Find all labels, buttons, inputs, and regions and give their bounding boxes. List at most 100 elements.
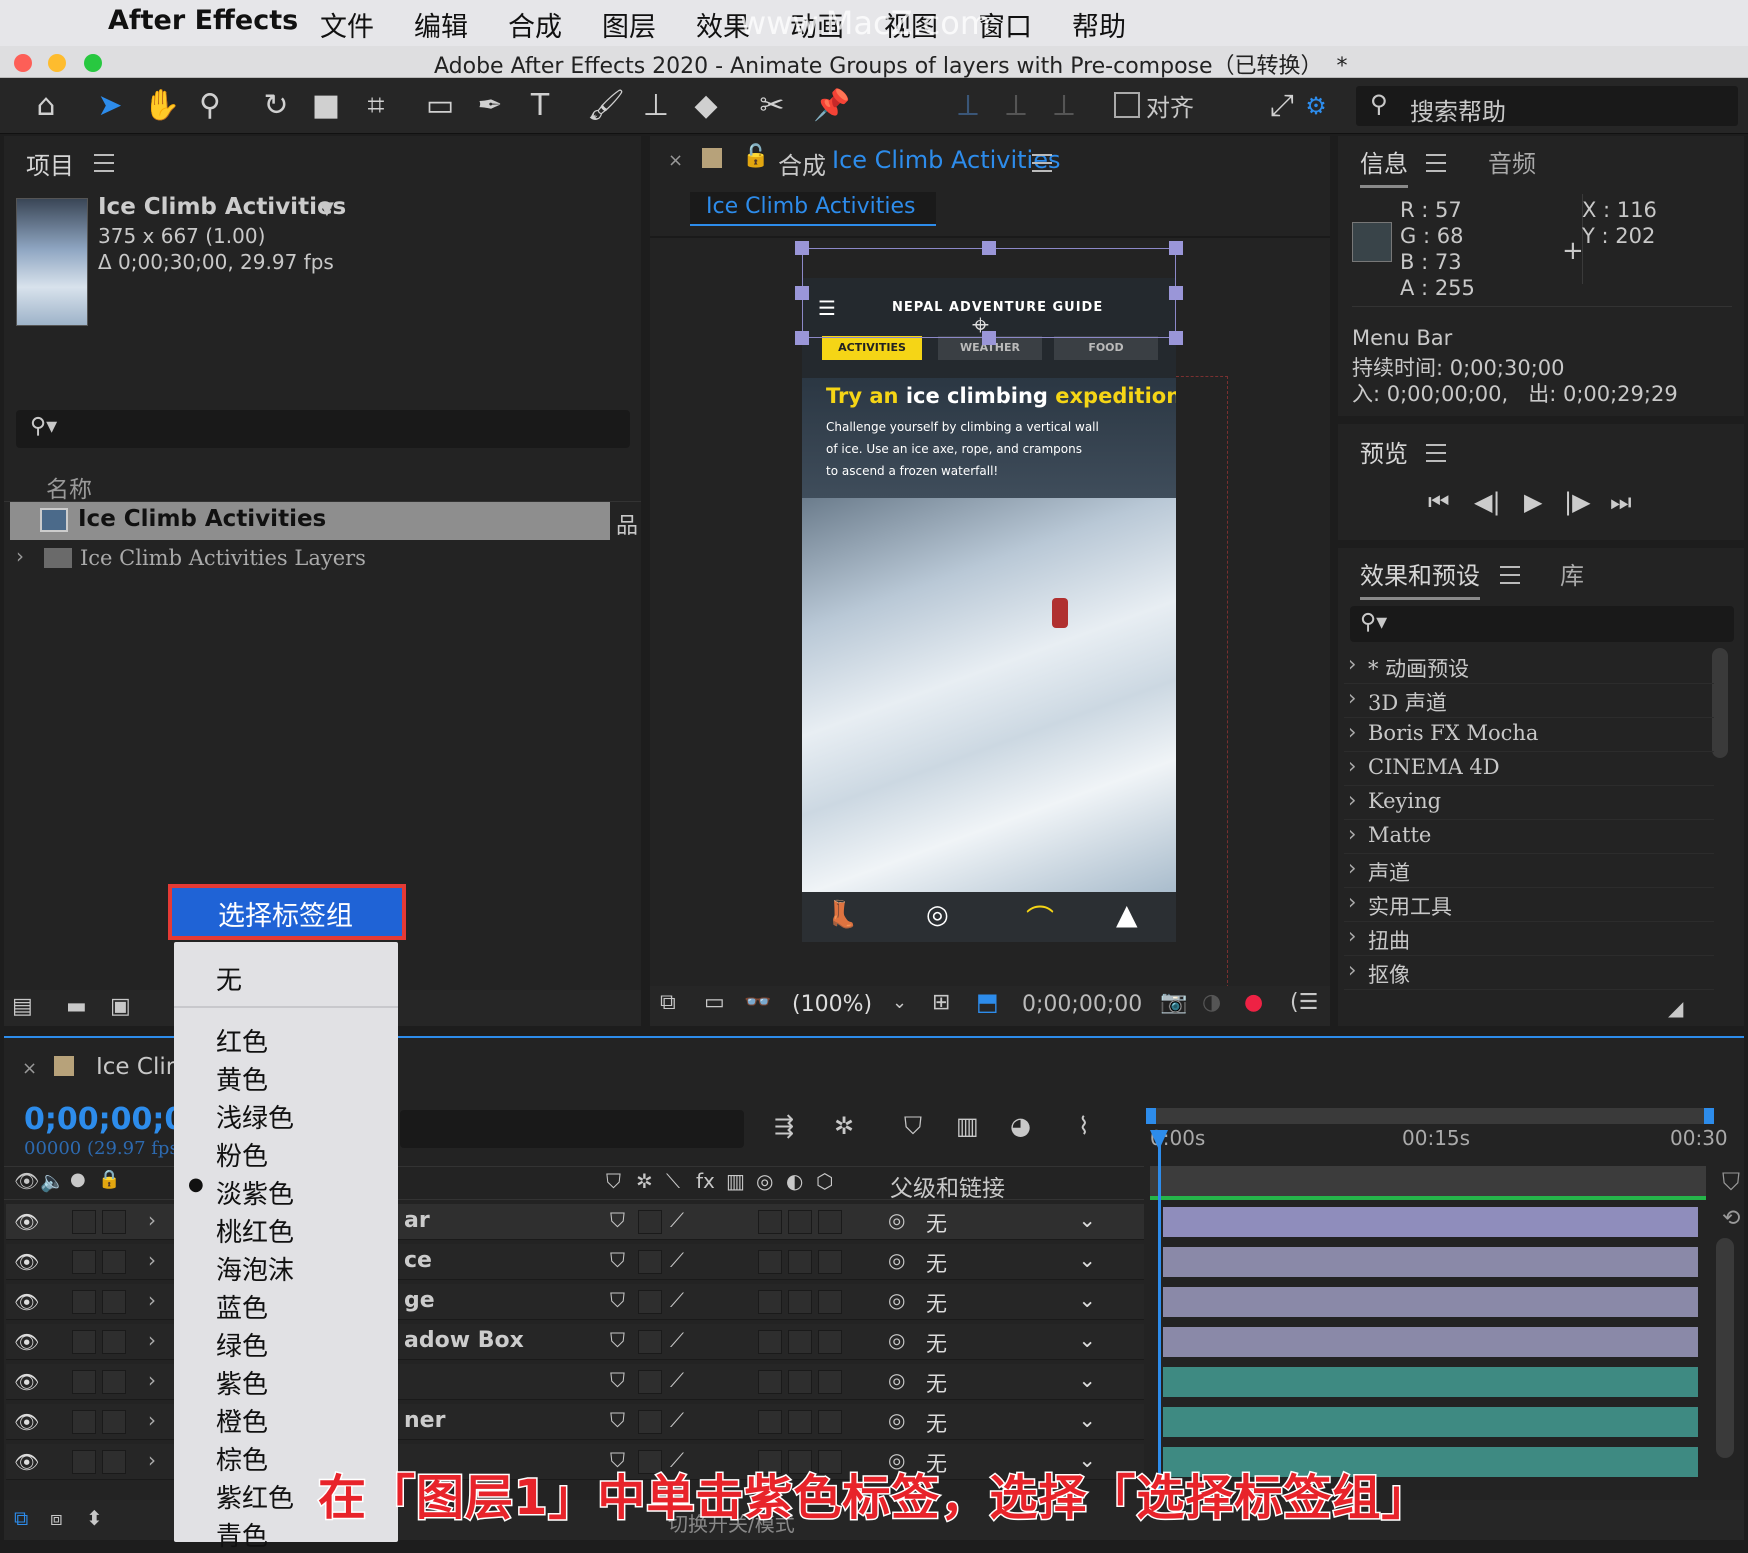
camera-tool-icon[interactable]: ■ bbox=[306, 86, 346, 126]
lock-icon[interactable]: 🔓 bbox=[742, 144, 769, 169]
frame-blend-col-icon[interactable]: ▥ bbox=[726, 1169, 745, 1193]
layer-name[interactable]: ce bbox=[404, 1248, 432, 1273]
quality-switch-icon[interactable]: ⟋ bbox=[670, 1408, 684, 1432]
draft-3d-icon[interactable]: ✲ bbox=[834, 1112, 854, 1140]
puppet-pin-tool-icon[interactable]: 📌 bbox=[812, 86, 852, 126]
solo-switch[interactable] bbox=[72, 1450, 96, 1474]
motion-blur-switch[interactable] bbox=[758, 1370, 782, 1394]
audio-icon[interactable]: 🔈 bbox=[40, 1169, 65, 1193]
menu-file[interactable]: 文件 bbox=[320, 5, 374, 44]
show-snapshot-icon[interactable]: ◑ bbox=[1202, 990, 1221, 1015]
expand-chevron-icon[interactable]: › bbox=[148, 1288, 156, 1312]
shy-switch-icon[interactable]: ⛉ bbox=[610, 1208, 625, 1232]
effects-category-item[interactable]: › 扭曲 bbox=[1344, 922, 1714, 956]
adjustment-switch[interactable] bbox=[788, 1250, 812, 1274]
timeline-search-input[interactable] bbox=[400, 1110, 744, 1148]
lock-icon[interactable]: 🔒 bbox=[98, 1169, 120, 1190]
lock-switch[interactable] bbox=[102, 1330, 126, 1354]
layer-name[interactable]: adow Box bbox=[404, 1328, 524, 1353]
3d-switch[interactable] bbox=[818, 1290, 842, 1314]
last-frame-icon[interactable]: ⏭ bbox=[1610, 488, 1632, 516]
hand-tool-icon[interactable]: ✋ bbox=[142, 86, 182, 126]
select-label-group-item[interactable]: 选择标签组 bbox=[168, 884, 406, 940]
label-cyan[interactable]: 青色 bbox=[216, 1516, 268, 1553]
quality-switch-icon[interactable]: ⟋ bbox=[670, 1368, 684, 1392]
expand-chevron-icon[interactable]: › bbox=[148, 1328, 156, 1352]
lock-switch[interactable] bbox=[102, 1210, 126, 1234]
always-preview-icon[interactable]: ⧉ bbox=[660, 990, 676, 1015]
axis-world-icon[interactable]: ⟂ bbox=[996, 86, 1036, 126]
3d-switch[interactable] bbox=[818, 1330, 842, 1354]
collapse-switch[interactable] bbox=[638, 1290, 662, 1314]
zoom-dropdown[interactable]: (100%) ⌄ bbox=[788, 990, 916, 1022]
transform-handle[interactable] bbox=[795, 286, 809, 300]
layer-duration-bar[interactable] bbox=[1163, 1367, 1698, 1397]
zoom-window-button[interactable] bbox=[84, 54, 102, 72]
motion-blur-switch[interactable] bbox=[758, 1290, 782, 1314]
layer-name[interactable]: ge bbox=[404, 1288, 435, 1313]
monitor-icon[interactable]: ▭ bbox=[704, 990, 725, 1015]
parent-dropdown[interactable]: 无 ⌄ bbox=[926, 1328, 1106, 1356]
next-frame-icon[interactable]: |▶ bbox=[1564, 488, 1591, 516]
channel-rgb-icon[interactable]: ● bbox=[1244, 990, 1263, 1015]
visibility-eye-icon[interactable]: 👁 bbox=[14, 1250, 39, 1274]
effects-category-item[interactable]: › Boris FX Mocha bbox=[1344, 718, 1714, 752]
project-search-input[interactable]: ⚲▾ bbox=[16, 410, 630, 448]
label-peach[interactable]: 桃红色 bbox=[216, 1212, 294, 1249]
parent-dropdown[interactable]: 无 ⌄ bbox=[926, 1368, 1106, 1396]
3d-switch[interactable] bbox=[818, 1370, 842, 1394]
transform-handle[interactable] bbox=[795, 241, 809, 255]
solo-icon[interactable]: ● bbox=[70, 1169, 86, 1190]
comp-panel-menu-icon[interactable] bbox=[1032, 152, 1052, 172]
transfer-controls-icon[interactable]: ⧈ bbox=[50, 1506, 63, 1530]
adjustment-switch[interactable] bbox=[788, 1210, 812, 1234]
pen-tool-icon[interactable]: ✒ bbox=[470, 86, 510, 126]
quality-switch-icon[interactable]: ⟋ bbox=[670, 1248, 684, 1272]
eraser-tool-icon[interactable]: ◆ bbox=[686, 86, 726, 126]
comp-dropdown-icon[interactable]: ▼ bbox=[320, 198, 334, 219]
resolution-icon[interactable]: (☰ bbox=[1290, 990, 1318, 1015]
label-color-chip[interactable] bbox=[54, 1056, 74, 1076]
3d-switch[interactable] bbox=[818, 1250, 842, 1274]
solo-switch[interactable] bbox=[72, 1410, 96, 1434]
in-out-stretch-icon[interactable]: ⬍ bbox=[86, 1506, 103, 1530]
label-color-chip[interactable] bbox=[702, 148, 722, 168]
solo-switch[interactable] bbox=[72, 1330, 96, 1354]
graph-editor-icon[interactable]: ⌇ bbox=[1078, 1112, 1090, 1140]
pick-whip-icon[interactable]: ◎ bbox=[888, 1368, 905, 1392]
mask-visibility-icon[interactable]: 👓 bbox=[744, 990, 771, 1015]
transform-handle[interactable] bbox=[982, 241, 996, 255]
menu-composition[interactable]: 合成 bbox=[508, 5, 562, 44]
lock-switch[interactable] bbox=[102, 1250, 126, 1274]
label-none[interactable]: 无 bbox=[216, 960, 242, 997]
expand-chevron-icon[interactable]: › bbox=[148, 1368, 156, 1392]
resize-corner-icon[interactable]: ◢ bbox=[1668, 996, 1683, 1020]
adjustment-switch[interactable] bbox=[788, 1410, 812, 1434]
motion-blur-switch[interactable] bbox=[758, 1210, 782, 1234]
layer-switches-icon[interactable]: ⧉ bbox=[14, 1506, 28, 1530]
label-red[interactable]: 红色 bbox=[216, 1022, 268, 1059]
frame-blending-icon[interactable]: ▥ bbox=[956, 1112, 979, 1140]
anchor-point-icon[interactable]: ⌖ bbox=[972, 308, 989, 343]
3d-layer-icon[interactable]: ⬡ bbox=[816, 1169, 833, 1193]
first-frame-icon[interactable]: ⏮ bbox=[1428, 488, 1450, 516]
motion-blur-switch[interactable] bbox=[758, 1410, 782, 1434]
close-window-button[interactable] bbox=[14, 54, 32, 72]
layer-duration-bar[interactable] bbox=[1163, 1247, 1698, 1277]
layer-bounding-box[interactable] bbox=[802, 248, 1176, 338]
layer-duration-bar[interactable] bbox=[1163, 1327, 1698, 1357]
comp-panel-name[interactable]: Ice Climb Activities bbox=[832, 146, 1061, 174]
layer-name[interactable]: ar bbox=[404, 1208, 430, 1233]
solo-switch[interactable] bbox=[72, 1370, 96, 1394]
pick-whip-icon[interactable]: ◎ bbox=[888, 1208, 905, 1232]
effects-category-item[interactable]: › Keying bbox=[1344, 786, 1714, 820]
transform-handle[interactable] bbox=[1169, 241, 1183, 255]
label-brown[interactable]: 棕色 bbox=[216, 1440, 268, 1477]
new-folder-icon[interactable]: ▬ bbox=[66, 994, 87, 1019]
pick-whip-icon[interactable]: ◎ bbox=[888, 1408, 905, 1432]
new-comp-icon[interactable]: ▣ bbox=[110, 994, 131, 1019]
collapse-switch[interactable] bbox=[638, 1410, 662, 1434]
shy-layers-icon[interactable]: ⛉ bbox=[904, 1112, 922, 1140]
comp-marker-icon[interactable]: ⛉ bbox=[1722, 1168, 1740, 1196]
close-panel-icon[interactable]: × bbox=[22, 1058, 37, 1079]
